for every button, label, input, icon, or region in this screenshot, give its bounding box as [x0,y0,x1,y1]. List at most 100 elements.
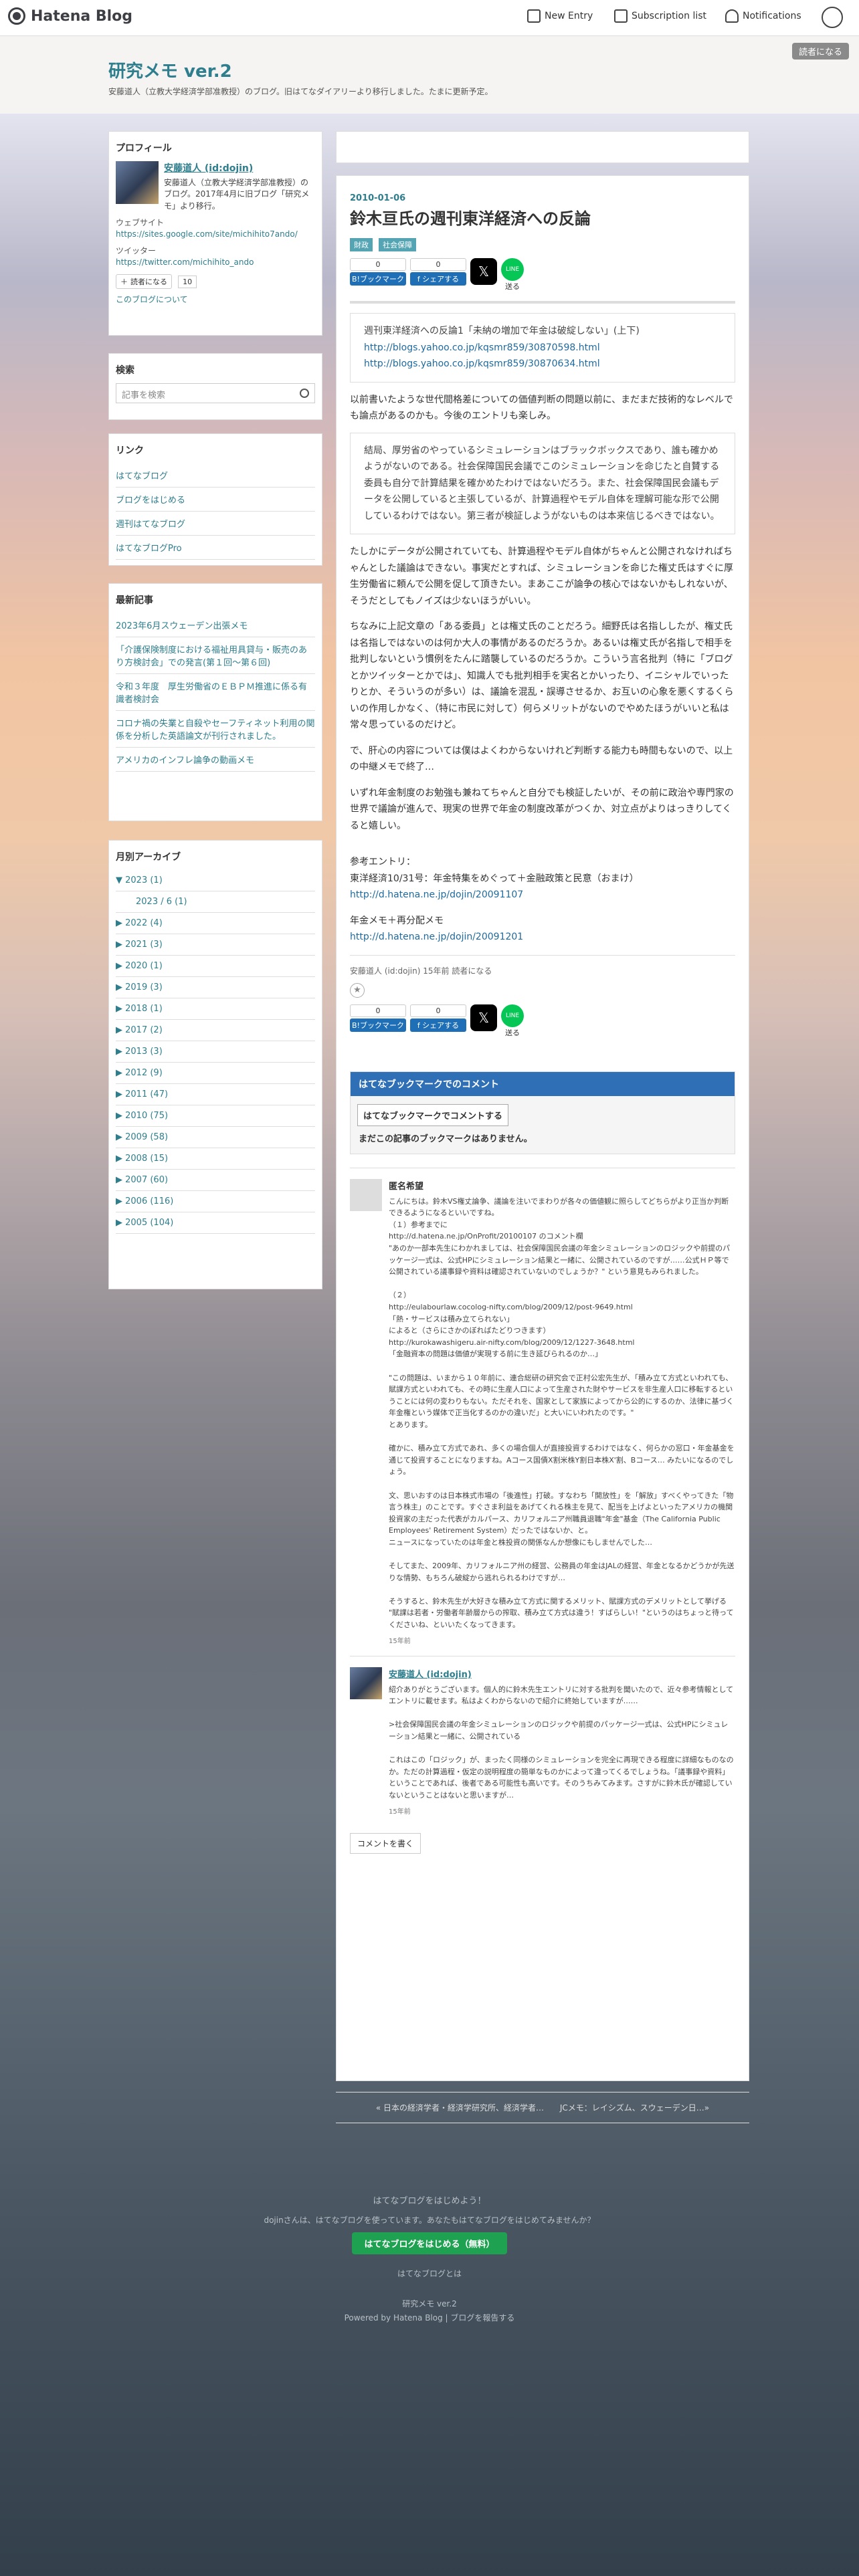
search-icon[interactable] [300,389,309,398]
facebook-label: f シェアする [410,272,466,286]
search-input[interactable]: 記事を検索 [116,383,315,403]
comment-avatar[interactable] [350,1667,382,1699]
entry-pager: « 日本の経済学者・経済学研究所、経済学者… JCメモ：レイシズム、スウェーデン… [336,2092,749,2123]
archive-year[interactable]: ▶ 2020 (1) [116,956,315,977]
line-share-button[interactable]: LINE 送る [501,258,524,292]
link-hatena-pro[interactable]: はてなブログPro [116,536,315,560]
line-icon: LINE [501,258,524,282]
hatena-bookmark-button[interactable]: 0 B!ブックマーク [350,258,406,286]
archive-year[interactable]: ▶ 2019 (3) [116,977,315,998]
footer-blog-name[interactable]: 研究メモ ver.2 [0,2298,859,2309]
archive-year[interactable]: ▶ 2007 (60) [116,1170,315,1191]
footer-promo: はてなブログをはじめよう！ [373,2196,486,2206]
subscribe-button[interactable]: 読者になる [792,43,850,60]
recent-entry[interactable]: コロナ禍の失業と自殺やセーフティネット利用の関係を分析した英語論文が刊行されまし… [116,711,315,748]
quote-link[interactable]: http://blogs.yahoo.co.jp/kqsmr859/308706… [364,358,600,369]
next-entry-link[interactable]: JCメモ：レイシズム、スウェーデン日…» [560,2103,709,2113]
category-tag[interactable]: 財政 [350,238,373,252]
archive-year[interactable]: ▼ 2023 (1) [116,870,315,891]
reference-link[interactable]: http://d.hatena.ne.jp/dojin/20091107 [350,889,523,900]
comments-section: 匿名希望 こんにちは。鈴木VS権丈論争、議論を注いでまわりが各々の価値観に照らし… [350,1167,735,1826]
divider [350,301,735,304]
write-comment-button[interactable]: コメントを書く [350,1832,421,1854]
website-link[interactable]: https://sites.google.com/site/michihito7… [116,229,298,239]
blockquote-links: 週刊東洋経済への反論1「未納の増加で年金は破綻しない」(上下) http://b… [350,313,735,383]
entry-paragraph: いずれ年金制度のお勉強も兼ねてちゃんと自分でも検証したいが、その前に政治や専門家… [350,787,734,831]
archive-year[interactable]: ▶ 2022 (4) [116,913,315,934]
profile-heading: プロフィール [116,143,172,154]
prev-entry-link[interactable]: « 日本の経済学者・経済学研究所、経済学者… [376,2103,544,2113]
profile-name[interactable]: 安藤道人 (id:dojin) [164,161,315,175]
entry-permalink-time[interactable]: 15年前 [423,966,449,976]
subscriber-count: 10 [178,276,197,289]
entry-subscribe-link[interactable]: 読者になる [452,966,492,976]
profile-avatar[interactable] [116,161,159,204]
start-blog-button[interactable]: はてなブログをはじめる（無料） [352,2232,507,2254]
recent-entry[interactable]: 「介護保険制度における福祉用具貸与・販売のあり方検討会」での発言(第１回〜第６回… [116,637,315,674]
recent-entry[interactable]: 令和３年度 厚生労働省のＥＢＰＭ推進に係る有識者検討会 [116,674,315,711]
entry-paragraph: ちなみに上記文章の「ある委員」とは権丈氏のことだろう。細野氏は名指ししたが、権丈… [350,621,734,731]
about-hatena-blog-link[interactable]: はてなブログとは [0,2268,859,2279]
archive-year[interactable]: ▶ 2011 (47) [116,1084,315,1105]
recent-entry[interactable]: 2023年6月スウェーデン出張メモ [116,613,315,637]
link-weekly-hatena[interactable]: 週刊はてなブログ [116,512,315,536]
archive-year[interactable]: ▶ 2006 (116) [116,1191,315,1212]
comment-author[interactable]: 安藤道人 (id:dojin) [389,1667,735,1680]
entry-author[interactable]: 安藤道人 (id:dojin) [350,966,420,976]
add-star-icon[interactable]: ★ [350,982,365,998]
archive-month[interactable]: 2023 / 6 (1) [116,891,315,913]
notifications-link[interactable]: Notifications [725,9,801,23]
facebook-share-button[interactable]: 0 f シェアする [410,258,466,286]
reference-link[interactable]: http://d.hatena.ne.jp/dojin/20091201 [350,932,523,942]
new-entry-label: New Entry [545,11,593,21]
archive-year[interactable]: ▶ 2010 (75) [116,1105,315,1127]
line-share-button[interactable]: LINE 送る [501,1004,524,1038]
user-menu-avatar[interactable] [822,7,843,28]
comment-body: こんにちは。鈴木VS権丈論争、議論を注いでまわりが各々の価値観に照らしてどちらが… [389,1196,735,1630]
subscription-list-link[interactable]: Subscription list [614,9,706,23]
x-share-icon[interactable]: 𝕏 [470,1004,497,1031]
link-start-blog[interactable]: ブログをはじめる [116,488,315,512]
blog-title[interactable]: 研究メモ ver.2 [108,58,232,82]
comment-time[interactable]: 15年前 [389,1806,735,1816]
archive-year[interactable]: ▶ 2013 (3) [116,1041,315,1063]
footer-subtext: dojinさんは、はてなブログを使っています。あなたもはてなブログをはじめてみま… [264,2216,595,2225]
plus-icon: ＋ [120,278,128,287]
x-share-icon[interactable]: 𝕏 [470,258,497,286]
entry-date[interactable]: 2010-01-06 [350,193,735,203]
link-hatena-blog[interactable]: はてなブログ [116,463,315,488]
pencil-icon [527,9,541,23]
facebook-share-button[interactable]: 0 f シェアする [410,1004,466,1032]
facebook-count: 0 [410,1004,466,1017]
recent-heading: 最新記事 [116,595,153,606]
archive-heading: 月別アーカイブ [116,852,181,863]
comment-time[interactable]: 15年前 [389,1635,735,1645]
hatena-bookmark-button[interactable]: 0 B!ブックマーク [350,1004,406,1032]
bookmark-comment-button[interactable]: はてなブックマークでコメントする [357,1103,509,1126]
profile-subscribe-button[interactable]: ＋ 読者になる [116,274,172,290]
category-tag[interactable]: 社会保障 [379,238,417,252]
twitter-label: ツイッター [116,245,157,255]
archive-year[interactable]: ▶ 2012 (9) [116,1063,315,1084]
entry-article: 2010-01-06 鈴木亘氏の週刊東洋経済への反論 財政 社会保障 0 B!ブ… [336,175,749,2081]
entry-title[interactable]: 鈴木亘氏の週刊東洋経済への反論 [350,209,735,229]
bookmark-label: B!ブックマーク [350,1018,406,1032]
quote-link[interactable]: http://blogs.yahoo.co.jp/kqsmr859/308705… [364,342,600,353]
archive-year[interactable]: ▶ 2017 (2) [116,1020,315,1041]
recent-entry[interactable]: アメリカのインフレ論争の動画メモ [116,748,315,772]
archive-year[interactable]: ▶ 2008 (15) [116,1148,315,1170]
archive-year[interactable]: ▶ 2018 (1) [116,998,315,1020]
about-blog-link[interactable]: このブログについて [116,295,188,304]
archive-year[interactable]: ▶ 2021 (3) [116,934,315,956]
divider [350,954,735,956]
archive-year[interactable]: ▶ 2009 (58) [116,1127,315,1148]
footer: はてなブログをはじめよう！ dojinさんは、はてなブログを使っています。あなた… [0,2193,859,2323]
reference-text: 東洋経済10/31号：年金特集をめぐって＋金融政策と民意（おまけ） [350,873,639,884]
hatena-logo[interactable]: Hatena Blog [8,7,132,25]
entry-paragraph: で、肝心の内容については僕はよくわからないけれど判断する能力も時間もないので、以… [350,745,733,773]
new-entry-link[interactable]: New Entry [527,9,593,23]
twitter-link[interactable]: https://twitter.com/michihito_ando [116,257,254,267]
comment-body: 紹介ありがとうございます。個人的に鈴木先生エントリに対する批判を聞いたので、近々… [389,1685,734,1800]
archive-year[interactable]: ▶ 2005 (104) [116,1212,315,1234]
footer-powered[interactable]: Powered by Hatena Blog | ブログを報告する [0,2312,859,2323]
